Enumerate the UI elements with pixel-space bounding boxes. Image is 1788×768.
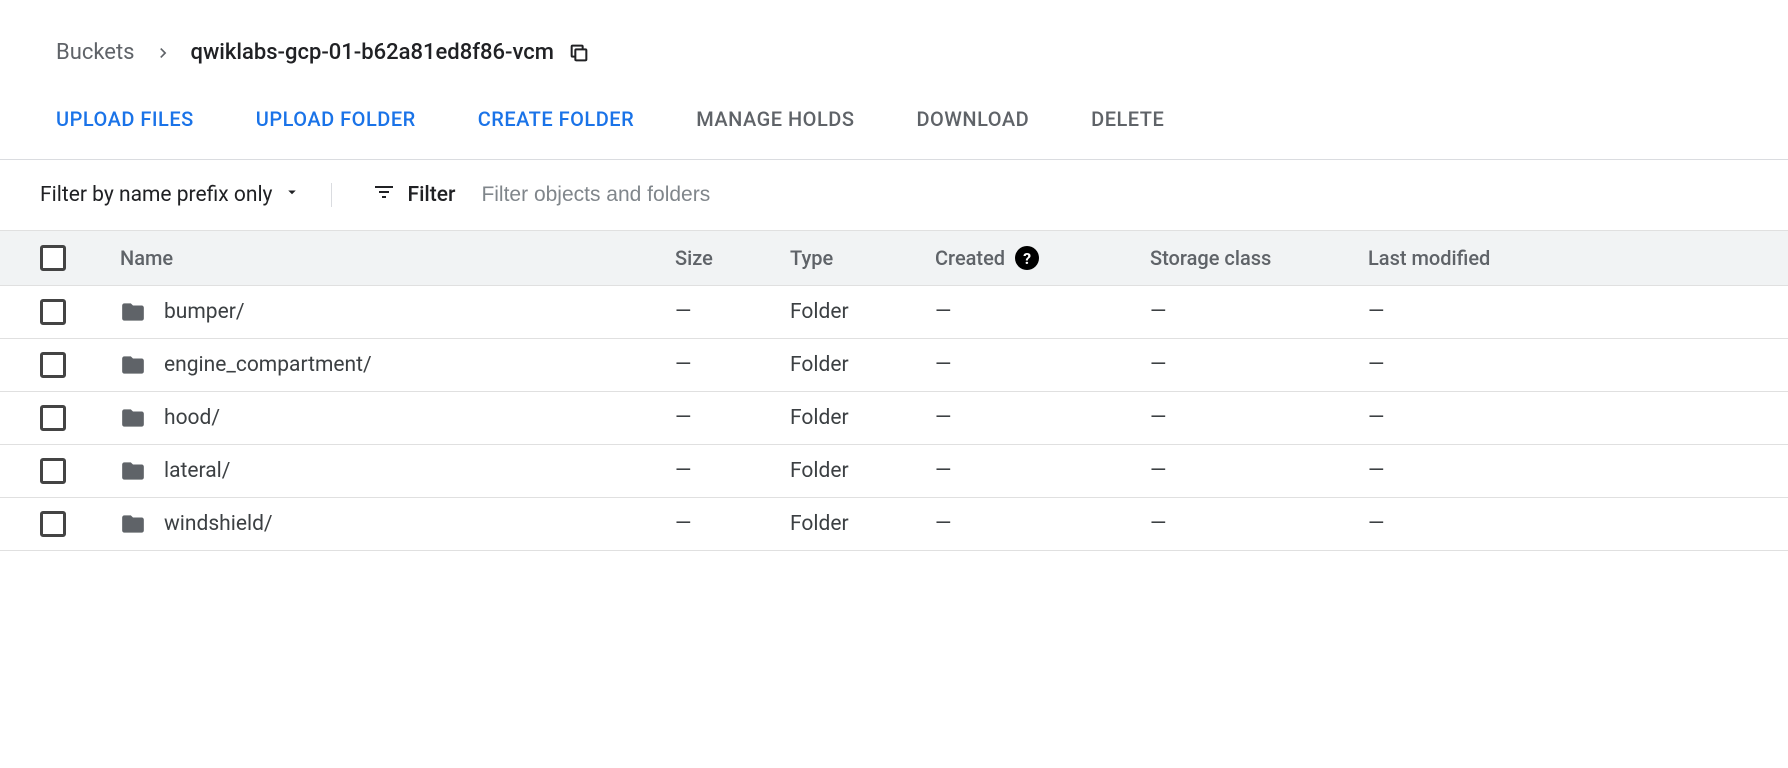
created-cell: — bbox=[935, 406, 1150, 430]
name-cell[interactable]: lateral/ bbox=[120, 458, 675, 484]
modified-cell: — bbox=[1368, 406, 1568, 430]
created-cell: — bbox=[935, 300, 1150, 324]
breadcrumb-current: qwiklabs-gcp-01-b62a81ed8f86-vcm bbox=[191, 40, 554, 65]
folder-name: hood/ bbox=[164, 406, 220, 430]
folder-icon bbox=[120, 458, 146, 484]
size-cell: — bbox=[675, 406, 790, 430]
name-cell[interactable]: windshield/ bbox=[120, 511, 675, 537]
created-cell: — bbox=[935, 353, 1150, 377]
upload-files-button[interactable]: UPLOAD FILES bbox=[56, 107, 194, 131]
row-checkbox[interactable] bbox=[40, 458, 66, 484]
type-cell: Folder bbox=[790, 300, 935, 324]
column-created-label: Created bbox=[935, 246, 1005, 270]
filter-prefix-label: Filter by name prefix only bbox=[40, 183, 273, 207]
row-checkbox[interactable] bbox=[40, 299, 66, 325]
storage-cell: — bbox=[1150, 512, 1368, 536]
storage-cell: — bbox=[1150, 459, 1368, 483]
column-last-modified[interactable]: Last modified bbox=[1368, 246, 1568, 270]
table-row: bumper/—Folder——— bbox=[0, 286, 1788, 339]
folder-icon bbox=[120, 405, 146, 431]
table-header: Name Size Type Created ? Storage class L… bbox=[0, 230, 1788, 286]
table-row: lateral/—Folder——— bbox=[0, 445, 1788, 498]
size-cell: — bbox=[675, 512, 790, 536]
filter-icon bbox=[372, 180, 408, 210]
table-row: windshield/—Folder——— bbox=[0, 498, 1788, 551]
storage-cell: — bbox=[1150, 406, 1368, 430]
type-cell: Folder bbox=[790, 353, 935, 377]
create-folder-button[interactable]: CREATE FOLDER bbox=[478, 107, 634, 131]
folder-name: windshield/ bbox=[164, 512, 273, 536]
name-cell[interactable]: bumper/ bbox=[120, 299, 675, 325]
created-cell: — bbox=[935, 512, 1150, 536]
size-cell: — bbox=[675, 459, 790, 483]
filter-control: Filter bbox=[372, 180, 456, 210]
folder-icon bbox=[120, 511, 146, 537]
column-created[interactable]: Created ? bbox=[935, 246, 1150, 270]
modified-cell: — bbox=[1368, 459, 1568, 483]
type-cell: Folder bbox=[790, 459, 935, 483]
upload-folder-button[interactable]: UPLOAD FOLDER bbox=[256, 107, 416, 131]
action-bar: UPLOAD FILES UPLOAD FOLDER CREATE FOLDER… bbox=[0, 107, 1788, 160]
folder-name: bumper/ bbox=[164, 300, 245, 324]
table-row: hood/—Folder——— bbox=[0, 392, 1788, 445]
type-cell: Folder bbox=[790, 512, 935, 536]
modified-cell: — bbox=[1368, 353, 1568, 377]
size-cell: — bbox=[675, 300, 790, 324]
storage-cell: — bbox=[1150, 353, 1368, 377]
copy-icon[interactable] bbox=[568, 42, 590, 64]
filter-label: Filter bbox=[408, 183, 456, 207]
row-checkbox[interactable] bbox=[40, 352, 66, 378]
name-cell[interactable]: hood/ bbox=[120, 405, 675, 431]
type-cell: Folder bbox=[790, 406, 935, 430]
table-row: engine_compartment/—Folder——— bbox=[0, 339, 1788, 392]
name-cell[interactable]: engine_compartment/ bbox=[120, 352, 675, 378]
column-type[interactable]: Type bbox=[790, 246, 935, 270]
breadcrumb: Buckets qwiklabs-gcp-01-b62a81ed8f86-vcm bbox=[0, 40, 1788, 65]
table-body: bumper/—Folder———engine_compartment/—Fol… bbox=[0, 286, 1788, 551]
column-name[interactable]: Name bbox=[120, 246, 675, 270]
folder-icon bbox=[120, 299, 146, 325]
modified-cell: — bbox=[1368, 512, 1568, 536]
folder-name: lateral/ bbox=[164, 459, 230, 483]
breadcrumb-root[interactable]: Buckets bbox=[56, 40, 135, 65]
storage-cell: — bbox=[1150, 300, 1368, 324]
filter-input[interactable] bbox=[481, 183, 881, 207]
help-icon[interactable]: ? bbox=[1015, 246, 1039, 270]
row-checkbox[interactable] bbox=[40, 405, 66, 431]
modified-cell: — bbox=[1368, 300, 1568, 324]
filter-prefix-dropdown[interactable]: Filter by name prefix only bbox=[40, 183, 332, 207]
select-all-checkbox[interactable] bbox=[40, 245, 66, 271]
filter-row: Filter by name prefix only Filter bbox=[0, 160, 1788, 230]
delete-button[interactable]: DELETE bbox=[1091, 107, 1164, 131]
folder-icon bbox=[120, 352, 146, 378]
column-size[interactable]: Size bbox=[675, 246, 790, 270]
folder-name: engine_compartment/ bbox=[164, 353, 372, 377]
download-button[interactable]: DOWNLOAD bbox=[916, 107, 1029, 131]
column-storage-class[interactable]: Storage class bbox=[1150, 246, 1368, 270]
manage-holds-button[interactable]: MANAGE HOLDS bbox=[696, 107, 854, 131]
chevron-right-icon bbox=[153, 43, 173, 63]
created-cell: — bbox=[935, 459, 1150, 483]
size-cell: — bbox=[675, 353, 790, 377]
dropdown-arrow-icon bbox=[283, 183, 301, 207]
row-checkbox[interactable] bbox=[40, 511, 66, 537]
